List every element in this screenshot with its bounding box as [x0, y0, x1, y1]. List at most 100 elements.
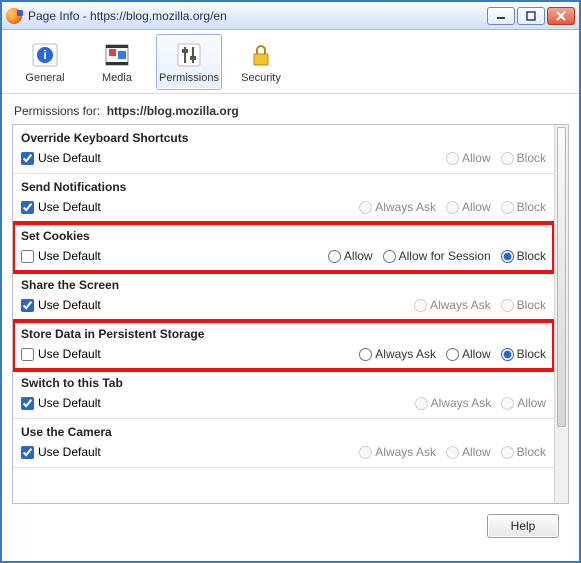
option-radio[interactable] [501, 348, 514, 361]
option-label: Always Ask [375, 347, 436, 361]
permission-controls: Use Default Allow Allow for Session Block [21, 249, 546, 263]
option-block[interactable]: Block [501, 249, 546, 263]
permission-controls: Use Default Always Ask Allow [21, 396, 546, 410]
firefox-icon [6, 8, 22, 24]
use-default-checkbox[interactable]: Use Default [21, 445, 101, 459]
permission-options: Always AskAllowBlock [359, 445, 546, 459]
permission-options: Always Ask Block [414, 298, 546, 312]
permission-row: Set CookiesUse DefaultAllowAllow for Ses… [13, 223, 554, 272]
tab-label: Security [241, 72, 281, 84]
option-label: Block [517, 200, 546, 214]
media-icon [102, 40, 132, 70]
option-block: Block [501, 298, 546, 312]
use-default-label: Use Default [38, 249, 101, 263]
option-label: Block [517, 445, 546, 459]
use-default-label: Use Default [38, 298, 101, 312]
use-default-checkbox[interactable]: Use Default [21, 298, 101, 312]
option-radio[interactable] [359, 348, 372, 361]
permission-title: Store Data in Persistent Storage [21, 327, 546, 341]
minimize-button[interactable] [487, 7, 515, 25]
use-default-checkbox[interactable]: Use Default [21, 151, 101, 165]
permissions-for-label: Permissions for: [14, 104, 100, 118]
window-title: Page Info - https://blog.mozilla.org/en [28, 9, 227, 23]
use-default-input[interactable] [21, 250, 34, 263]
use-default-checkbox[interactable]: Use Default [21, 249, 101, 263]
option-label: Allow [462, 200, 491, 214]
option-always_ask: Always Ask [359, 200, 436, 214]
tab-label: General [25, 72, 64, 84]
scrollbar-thumb[interactable] [557, 127, 566, 427]
use-default-checkbox[interactable]: Use Default [21, 396, 101, 410]
tab-permissions[interactable]: Permissions [156, 34, 222, 90]
tab-media[interactable]: Media [84, 34, 150, 90]
use-default-input[interactable] [21, 348, 34, 361]
option-allow[interactable]: Allow [328, 249, 373, 263]
permission-options: AllowBlock [446, 151, 546, 165]
option-radio [446, 152, 459, 165]
option-label: Always Ask [431, 396, 492, 410]
option-always_ask: Always Ask [414, 298, 491, 312]
option-radio [501, 397, 514, 410]
option-allow[interactable]: Allow [446, 347, 491, 361]
permission-title: Override Keyboard Shortcuts [21, 131, 546, 145]
option-label: Allow for Session [399, 249, 491, 263]
use-default-input[interactable] [21, 446, 34, 459]
option-block[interactable]: Block [501, 347, 546, 361]
permissions-list: Override Keyboard Shortcuts Use Default Al… [13, 125, 554, 503]
toolbar: i General Media Permissions Security [2, 30, 579, 94]
permission-title: Share the Screen [21, 278, 546, 292]
permission-title: Send Notifications [21, 180, 546, 194]
help-button[interactable]: Help [487, 514, 559, 538]
option-label: Always Ask [375, 200, 436, 214]
titlebar: Page Info - https://blog.mozilla.org/en [2, 2, 579, 30]
use-default-input[interactable] [21, 152, 34, 165]
option-block: Block [501, 200, 546, 214]
tab-security[interactable]: Security [228, 34, 294, 90]
option-label: Allow [462, 445, 491, 459]
scrollbar[interactable] [554, 125, 568, 503]
option-always_ask[interactable]: Always Ask [359, 347, 436, 361]
option-radio[interactable] [328, 250, 341, 263]
permission-row: Use the CameraUse DefaultAlways AskAllow… [13, 419, 554, 468]
close-button[interactable] [547, 7, 575, 25]
permission-title: Use the Camera [21, 425, 546, 439]
permissions-panel: Override Keyboard Shortcuts Use Default Al… [12, 124, 569, 504]
option-radio [415, 397, 428, 410]
permission-row: Override Keyboard Shortcuts Use Default Al… [13, 125, 554, 174]
option-label: Block [517, 298, 546, 312]
use-default-input[interactable] [21, 397, 34, 410]
tab-general[interactable]: i General [12, 34, 78, 90]
option-radio [359, 201, 372, 214]
option-allow: Allow [446, 445, 491, 459]
use-default-checkbox[interactable]: Use Default [21, 200, 101, 214]
use-default-checkbox[interactable]: Use Default [21, 347, 101, 361]
tab-label: Permissions [159, 72, 219, 84]
use-default-input[interactable] [21, 299, 34, 312]
permission-controls: Use Default Always Ask Allow Block [21, 200, 546, 214]
option-radio [501, 152, 514, 165]
option-allow_for_session[interactable]: Allow for Session [383, 249, 491, 263]
maximize-button[interactable] [517, 7, 545, 25]
option-radio[interactable] [383, 250, 396, 263]
option-label: Block [517, 249, 546, 263]
use-default-label: Use Default [38, 200, 101, 214]
permission-controls: Use Default Always Ask Allow Block [21, 347, 546, 361]
permission-row: Switch to this TabUse DefaultAlways AskA… [13, 370, 554, 419]
tab-label: Media [102, 72, 132, 84]
option-radio[interactable] [446, 348, 459, 361]
option-radio [446, 201, 459, 214]
option-label: Allow [344, 249, 373, 263]
option-allow: Allow [446, 200, 491, 214]
option-label: Block [517, 347, 546, 361]
use-default-input[interactable] [21, 201, 34, 214]
permission-controls: Use Default Always Ask Block [21, 298, 546, 312]
option-label: Allow [517, 396, 546, 410]
option-always_ask: Always Ask [415, 396, 492, 410]
option-radio [414, 299, 427, 312]
permission-options: Allow Allow for Session Block [328, 249, 546, 263]
option-block: Block [501, 151, 546, 165]
option-radio[interactable] [501, 250, 514, 263]
option-label: Allow [462, 347, 491, 361]
window-controls [487, 7, 575, 25]
option-radio [501, 201, 514, 214]
